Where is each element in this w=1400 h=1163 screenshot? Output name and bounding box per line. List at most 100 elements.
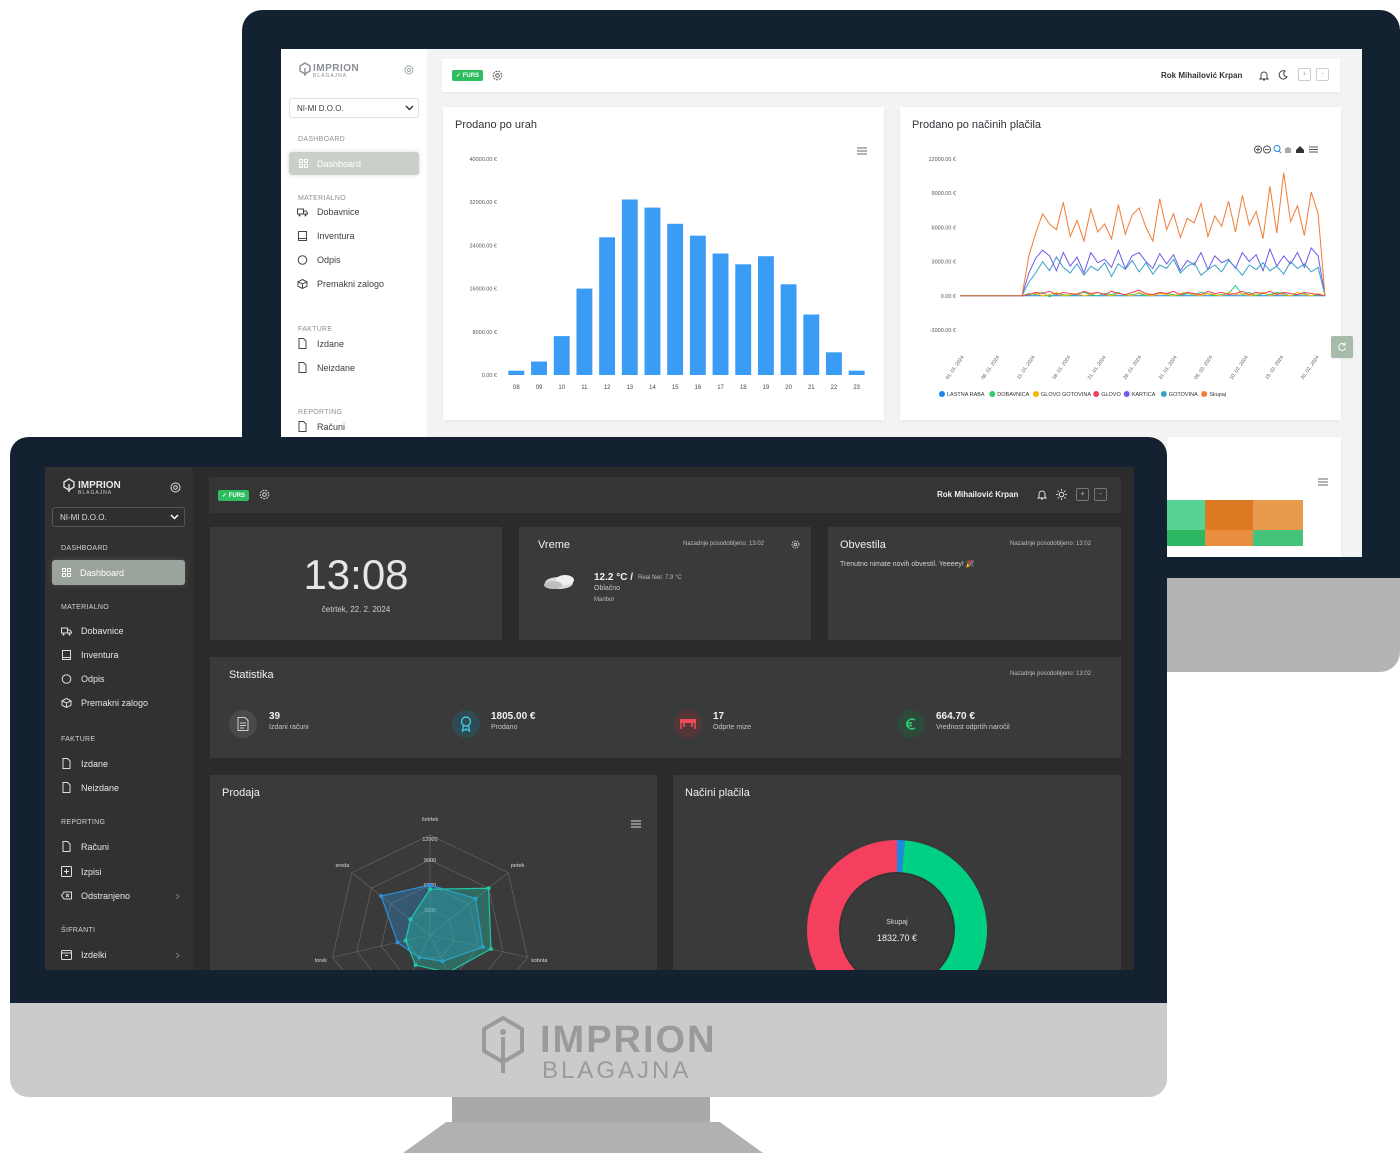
stat-icon-wrap: [229, 710, 257, 738]
sidebar-item-odpis[interactable]: Odpis: [297, 255, 341, 265]
x-tick-label: 26. 01. 2024: [1122, 355, 1143, 381]
section-sifranti: ŠIFRANTI: [61, 927, 96, 934]
sidebar-item-izdelki[interactable]: Izdelki: [61, 949, 107, 960]
x-tick-label: 10: [558, 385, 565, 391]
sidebar-item-inventura[interactable]: Inventura: [61, 650, 119, 660]
gear-icon[interactable]: [259, 489, 270, 500]
sidebar-item-label: Inventura: [317, 231, 355, 241]
euro-icon: [906, 718, 916, 730]
gear-icon[interactable]: [791, 540, 800, 549]
sidebar-item-odpis[interactable]: Odpis: [61, 674, 105, 684]
stat-label: Vrednost odprtih naročil: [936, 724, 1010, 731]
series-line: [960, 172, 1326, 297]
x-tick-label: 15. 02. 2024: [1264, 355, 1285, 381]
sidebar-item-premakni-zalogo[interactable]: Premakni zalogo: [61, 698, 148, 708]
menu-icon[interactable]: [1318, 478, 1328, 486]
file-icon: [62, 782, 71, 793]
card-title: Prodano po urah: [455, 119, 537, 131]
bar: [712, 253, 729, 375]
sidebar-item-label: Dashboard: [80, 567, 125, 578]
sidebar-item-neizdane[interactable]: Neizdane: [297, 362, 355, 373]
x-tick-label: 23: [853, 385, 860, 391]
radar-axis-label: petek: [511, 863, 525, 869]
delete-icon: [61, 891, 72, 900]
bell-icon[interactable]: [1259, 70, 1269, 81]
sidebar-item-label: Inventura: [81, 650, 119, 660]
zoom-out-button[interactable]: -: [1094, 488, 1107, 501]
gear-icon[interactable]: [492, 70, 503, 81]
x-tick-label: 16: [695, 385, 702, 391]
sidebar-item-izdane[interactable]: Izdane: [61, 758, 108, 769]
radar-point: [403, 938, 408, 943]
x-tick-label: 09: [536, 385, 543, 391]
sidebar-item-dashboard[interactable]: Dashboard: [289, 152, 419, 175]
company-select[interactable]: NI-MI D.O.O.: [289, 98, 419, 118]
card-sales-by-payment: Prodano po načinih plačila 12000.00 € 900…: [900, 107, 1341, 420]
y-tick-label: 24000.00 €: [469, 243, 497, 249]
sidebar-item-label: Dashboard: [317, 158, 362, 169]
y-tick-label: 12000.00 €: [928, 157, 956, 163]
bar: [780, 284, 797, 375]
zoom-in-button[interactable]: +: [1298, 68, 1311, 81]
chevron-right-icon: [175, 952, 180, 959]
legend-marker: [1123, 391, 1130, 397]
imprion-logo-icon: [63, 478, 75, 492]
sidebar-item-odstranjeno[interactable]: Odstranjeno: [61, 890, 130, 901]
radar-ring-label: 9000: [424, 858, 436, 864]
circle-icon: [61, 674, 72, 684]
last-updated: Nazadnje posodobljeno: 13:02: [1010, 671, 1092, 677]
sidebar-item-premakni-zalogo[interactable]: Premakni zalogo: [297, 279, 384, 289]
settings-circle-icon[interactable]: [404, 65, 414, 75]
sidebar-item-izdane[interactable]: Izdane: [297, 338, 344, 349]
stat-label: Odprte mize: [713, 724, 752, 731]
user-name[interactable]: Rok Mihailović Krpan: [937, 490, 1018, 499]
legend-label: GLOVO: [1101, 392, 1121, 398]
settings-circle-icon[interactable]: [170, 482, 181, 493]
y-tick-label: 3000.00 €: [932, 260, 956, 266]
legend-label: GLOVO GOTOVINA: [1041, 392, 1091, 398]
bell-icon[interactable]: [1037, 489, 1047, 500]
radar-point: [488, 946, 493, 951]
company-select[interactable]: NI-MI D.O.O.: [52, 507, 185, 527]
sidebar-item-inventura[interactable]: Inventura: [297, 231, 355, 241]
last-updated: Nazadnje posodobljeno: 13:02: [1010, 541, 1092, 547]
x-tick-label: 10. 02. 2024: [1229, 355, 1250, 381]
radar-point: [408, 917, 413, 922]
bar: [553, 336, 570, 375]
cloud-icon: [544, 575, 574, 589]
zoom-out-button[interactable]: -: [1316, 68, 1329, 81]
sidebar-item-neizdane[interactable]: Neizdane: [61, 782, 119, 793]
dark-sidebar: IMPRION BLAGAJNA NI-MI D.O.O. DASHBOARD …: [45, 467, 193, 970]
box-icon: [297, 279, 308, 289]
sidebar-item-label: Dobavnice: [81, 626, 124, 636]
sidebar-item-dobavnice[interactable]: Dobavnice: [297, 207, 360, 217]
imprion-chin-logo-icon: [482, 1015, 524, 1073]
truck-icon: [61, 627, 72, 635]
bar: [667, 223, 684, 375]
sun-icon[interactable]: [1056, 489, 1067, 500]
donut-total-value: 1832.70 €: [876, 933, 918, 943]
user-name[interactable]: Rok Mihailović Krpan: [1161, 71, 1242, 80]
sidebar-item-racuni[interactable]: Računi: [61, 841, 109, 852]
sidebar-item-racuni[interactable]: Računi: [297, 421, 345, 432]
sidebar-item-izpisi[interactable]: Izpisi: [61, 866, 102, 877]
brand-sub: BLAGAJNA: [313, 73, 348, 79]
sidebar-item-label: Dobavnice: [317, 207, 360, 217]
donut-total-label: Skupaj: [886, 919, 908, 926]
news-card: Obvestila Nazadnje posodobljeno: 13:02 T…: [828, 527, 1121, 640]
section-reporting: REPORTING: [298, 409, 343, 416]
refresh-button[interactable]: [1331, 336, 1353, 358]
x-tick-label: 31. 01. 2024: [1158, 355, 1179, 381]
payment-methods-card: Načini plačila Skupaj 1832.70 €: [673, 775, 1121, 970]
card-title: Obvestila: [840, 539, 886, 551]
sidebar-item-dashboard[interactable]: Dashboard: [52, 560, 185, 585]
clock-date: četrtek, 22. 2. 2024: [321, 605, 391, 614]
x-tick-label: 20: [785, 385, 792, 391]
sidebar-item-dobavnice[interactable]: Dobavnice: [61, 626, 124, 636]
section-materialno: MATERIALNO: [61, 604, 109, 611]
zoom-in-button[interactable]: +: [1076, 488, 1089, 501]
chin-brand-sub: BLAGAJNA: [542, 1057, 692, 1084]
furs-badge: ✓ FURS: [452, 70, 484, 81]
moon-icon[interactable]: [1278, 70, 1288, 80]
clock-time: 13:08: [303, 551, 409, 598]
